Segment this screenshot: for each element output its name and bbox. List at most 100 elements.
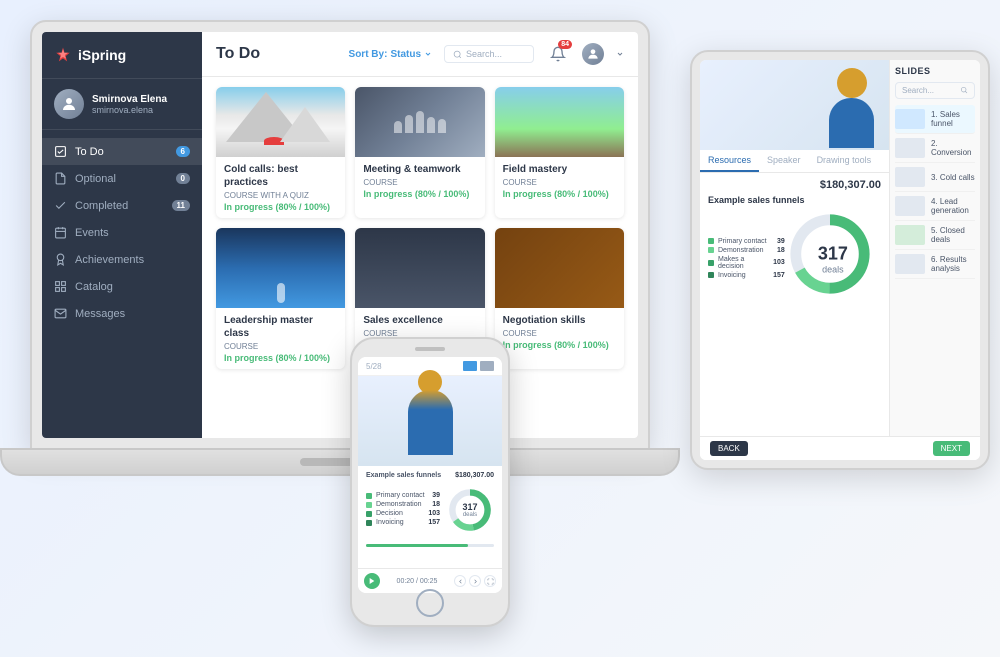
- donut-label: deals: [818, 265, 848, 275]
- legend-dot-2: [708, 247, 714, 253]
- user-avatar-header[interactable]: [582, 43, 604, 65]
- dropdown-arrow-icon: [616, 50, 624, 58]
- course-title-2: Meeting & teamwork: [363, 163, 476, 176]
- laptop: iSpring Smirnova Elena smirnova.elena: [30, 20, 650, 590]
- slide-item-1[interactable]: 1. Sales funnel: [895, 105, 975, 134]
- list-view-icon[interactable]: [480, 361, 494, 371]
- chart-title-phone: Example sales funnels: [366, 472, 441, 479]
- course-progress-2: In progress (80% / 100%): [363, 189, 476, 199]
- nav-label-optional: Optional: [75, 173, 116, 185]
- course-img-climber: [216, 228, 345, 308]
- play-icon: [368, 577, 376, 585]
- slide-item-5[interactable]: 5. Closed deals: [895, 221, 975, 250]
- slide-item-2[interactable]: 2. Conversion: [895, 134, 975, 163]
- slide-label-2: 2. Conversion: [931, 139, 975, 157]
- course-title-5: Sales excellence: [363, 314, 476, 327]
- presenter-body: [829, 98, 874, 148]
- grid-view-icon[interactable]: [463, 361, 477, 371]
- phone-presenter: [358, 376, 502, 466]
- phone-speaker: [415, 347, 445, 351]
- sort-by-label: Sort By:: [349, 49, 388, 60]
- prev-icon: [457, 578, 464, 585]
- nav-badge-optional: 0: [176, 173, 190, 184]
- search-box[interactable]: Search...: [444, 45, 534, 63]
- sidebar-user[interactable]: Smirnova Elena smirnova.elena: [42, 79, 202, 130]
- tablet-body: Resources Speaker Drawing tools $180,307…: [690, 50, 990, 470]
- course-card-1[interactable]: Cold calls: best practices COURSE WITH A…: [216, 87, 345, 218]
- phone-home-button[interactable]: [416, 589, 444, 617]
- sidebar-item-catalog[interactable]: Catalog: [42, 273, 202, 300]
- playback-time: 00:20 / 00:25: [397, 578, 438, 585]
- plane-decoration: [264, 137, 284, 145]
- course-card-3[interactable]: Field mastery COURSE In progress (80% / …: [495, 87, 624, 218]
- notification-bell[interactable]: 84: [546, 42, 570, 66]
- sidebar-item-todo[interactable]: To Do 6: [42, 138, 202, 165]
- course-info-6: Negotiation skills COURSE In progress (8…: [495, 308, 624, 356]
- tab-drawing[interactable]: Drawing tools: [809, 150, 880, 172]
- sort-by-value[interactable]: Status: [390, 49, 421, 60]
- prev-btn[interactable]: [454, 575, 466, 587]
- slide-item-4[interactable]: 4. Lead generation: [895, 192, 975, 221]
- slide-item-6[interactable]: 6. Results analysis: [895, 250, 975, 279]
- legend-dot-3: [708, 260, 714, 266]
- user-email: smirnova.elena: [92, 105, 167, 115]
- nav-label-todo: To Do: [75, 146, 104, 158]
- phone-legend-dot-3: [366, 511, 372, 517]
- avatar: [54, 89, 84, 119]
- course-type-1: COURSE WITH A QUIZ: [224, 191, 337, 200]
- sidebar-logo: iSpring: [42, 32, 202, 79]
- course-info-3: Field mastery COURSE In progress (80% / …: [495, 157, 624, 205]
- grid-icon: [54, 280, 67, 293]
- checkbox-icon: [54, 145, 67, 158]
- tablet-legend: Primary contact 39 Demonstration 18: [708, 238, 785, 281]
- nav-badge-todo: 6: [176, 146, 190, 157]
- course-card-2[interactable]: Meeting & teamwork COURSE In progress (8…: [355, 87, 484, 218]
- legend-text-1: Primary contact: [718, 238, 773, 245]
- course-progress-1: In progress (80% / 100%): [224, 202, 337, 212]
- sidebar-item-optional[interactable]: Optional 0: [42, 165, 202, 192]
- slide-item-3[interactable]: 3. Cold calls: [895, 163, 975, 192]
- sidebar-item-completed[interactable]: Completed 11: [42, 192, 202, 219]
- laptop-base: [0, 448, 680, 476]
- play-button[interactable]: [364, 573, 380, 589]
- legend-text-3: Makes a decision: [718, 256, 769, 270]
- slides-search[interactable]: Search...: [895, 82, 975, 99]
- slide-label-4: 4. Lead generation: [931, 197, 975, 215]
- phone-donut-center: 317 deals: [462, 502, 477, 518]
- sidebar-item-messages[interactable]: Messages: [42, 300, 202, 327]
- next-ctrl-btn[interactable]: [469, 575, 481, 587]
- tab-speaker[interactable]: Speaker: [759, 150, 809, 172]
- course-type-3: COURSE: [503, 178, 616, 187]
- back-button[interactable]: BACK: [710, 441, 748, 456]
- user-name: Smirnova Elena: [92, 94, 167, 105]
- course-card-4[interactable]: Leadership master class COURSE In progre…: [216, 228, 345, 369]
- fullscreen-btn[interactable]: [484, 575, 496, 587]
- sidebar-item-achievements[interactable]: Achievements: [42, 246, 202, 273]
- tablet-big-value: $180,307.00: [708, 179, 881, 191]
- fullscreen-icon: [487, 578, 494, 585]
- tab-resources[interactable]: Resources: [700, 150, 759, 172]
- course-progress-6: In progress (80% / 100%): [503, 340, 616, 350]
- progress-bar-area: [358, 544, 502, 547]
- tablet-layout: Resources Speaker Drawing tools $180,307…: [700, 60, 980, 460]
- next-button[interactable]: NEXT: [933, 441, 970, 456]
- slide-thumb-2: [895, 138, 925, 158]
- course-card-6[interactable]: Negotiation skills COURSE In progress (8…: [495, 228, 624, 369]
- course-info-1: Cold calls: best practices COURSE WITH A…: [216, 157, 345, 218]
- legend-text-2: Demonstration: [718, 247, 773, 254]
- tablet-chart-area: Resources Speaker Drawing tools $180,307…: [700, 60, 890, 460]
- phone-controls: [454, 575, 496, 587]
- phone-legend-dot-1: [366, 493, 372, 499]
- nav-badge-completed: 11: [172, 200, 190, 211]
- phone-legend-dot-2: [366, 502, 372, 508]
- tablet: Resources Speaker Drawing tools $180,307…: [690, 50, 990, 480]
- legend-row-3: Makes a decision 103: [708, 256, 785, 270]
- search-icon: [453, 50, 462, 59]
- phone-icons: [463, 361, 494, 371]
- chevron-down-icon: [424, 50, 432, 58]
- sidebar-item-events[interactable]: Events: [42, 219, 202, 246]
- phone-donut-number: 317: [462, 502, 477, 512]
- course-progress-3: In progress (80% / 100%): [503, 189, 616, 199]
- ispring-logo-icon: [54, 46, 72, 64]
- user-icon-header: [586, 47, 600, 61]
